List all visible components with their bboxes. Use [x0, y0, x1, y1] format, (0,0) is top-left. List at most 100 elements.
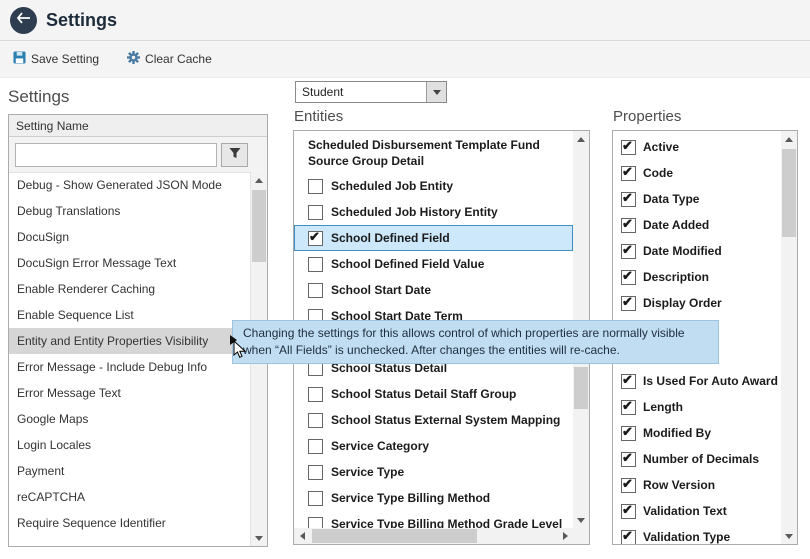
checkbox[interactable] [308, 439, 323, 454]
setting-list-item[interactable]: Payment [9, 458, 251, 484]
entity-list-item[interactable]: School Defined Field Value [294, 251, 573, 277]
checkbox[interactable] [621, 478, 636, 493]
triangle-down-icon [577, 518, 585, 523]
property-list-item[interactable]: Number of Decimals [613, 446, 781, 472]
checkbox[interactable] [621, 270, 636, 285]
setting-list-item[interactable]: Debug - Show Generated JSON Mode [9, 172, 251, 198]
filter-input[interactable] [15, 143, 217, 167]
entity-list-item[interactable]: Scheduled Job Entity [294, 173, 573, 199]
scroll-thumb[interactable] [312, 529, 477, 543]
entity-list-item[interactable]: School Start Date [294, 277, 573, 303]
checkbox[interactable] [621, 192, 636, 207]
checkbox[interactable] [308, 491, 323, 506]
entity-list-item[interactable]: Scheduled Job History Entity [294, 199, 573, 225]
checkbox[interactable] [621, 504, 636, 519]
checkbox[interactable] [308, 465, 323, 480]
setting-list-item[interactable]: Error Message - Include Debug Info [9, 354, 251, 380]
setting-list-item[interactable]: Require Sequence Identifier [9, 510, 251, 536]
checkbox[interactable] [621, 374, 636, 389]
scroll-up-button[interactable] [781, 131, 797, 147]
entity-list-item[interactable]: School Status External System Mapping [294, 407, 573, 433]
scroll-thumb[interactable] [782, 149, 796, 237]
properties-scrollbar[interactable] [781, 131, 797, 544]
entity-list-item[interactable]: Scheduled Disbursement Template Fund Sou… [294, 133, 573, 173]
property-label: Length [643, 400, 683, 414]
checkbox[interactable] [308, 179, 323, 194]
property-label: Modified By [643, 426, 711, 440]
setting-list-item[interactable]: Enable Sequence List [9, 302, 251, 328]
clear-cache-button[interactable]: Clear Cache [127, 51, 212, 67]
checkbox[interactable] [308, 283, 323, 298]
scroll-down-button[interactable] [251, 530, 267, 546]
property-list-item[interactable]: Row Version [613, 472, 781, 498]
scroll-up-button[interactable] [251, 172, 267, 188]
scroll-down-button[interactable] [781, 528, 797, 544]
setting-list-item[interactable]: Enable Renderer Caching [9, 276, 251, 302]
property-list-item[interactable]: Validation Text [613, 498, 781, 524]
property-list-item[interactable]: Description [613, 264, 781, 290]
checkbox[interactable] [621, 426, 636, 441]
setting-list-item[interactable]: Login Locales [9, 432, 251, 458]
property-list-item[interactable]: Display Order [613, 290, 781, 316]
scroll-left-button[interactable] [294, 528, 310, 544]
property-list-item[interactable]: Date Modified [613, 238, 781, 264]
property-list-item[interactable]: Is Used For Auto Award [613, 368, 781, 394]
setting-list-item[interactable]: DocuSign [9, 224, 251, 250]
property-list-item[interactable]: Date Added [613, 212, 781, 238]
property-label: Number of Decimals [643, 452, 759, 466]
entity-label: School Start Date [331, 283, 431, 297]
setting-list-item[interactable]: DocuSign Error Message Text [9, 250, 251, 276]
entity-list-item[interactable]: Service Type Billing Method [294, 485, 573, 511]
save-setting-button[interactable]: Save Setting [13, 51, 99, 67]
checkbox[interactable] [308, 387, 323, 402]
checkbox[interactable] [308, 257, 323, 272]
property-list-item[interactable]: Data Type [613, 186, 781, 212]
checkbox[interactable] [621, 400, 636, 415]
entities-horizontal-scrollbar[interactable] [294, 528, 573, 544]
setting-list-item[interactable]: Error Message Text [9, 380, 251, 406]
triangle-right-icon [563, 532, 568, 540]
checkbox[interactable] [308, 231, 323, 246]
entity-list-item[interactable]: Service Type [294, 459, 573, 485]
property-list-item[interactable]: Length [613, 394, 781, 420]
entity-label: School Defined Field [331, 231, 450, 245]
property-list-item[interactable]: Code [613, 160, 781, 186]
setting-list-item[interactable]: reCAPTCHA [9, 484, 251, 510]
filter-row [9, 137, 267, 173]
property-list-item[interactable]: Modified By [613, 420, 781, 446]
checkbox[interactable] [621, 530, 636, 545]
checkbox[interactable] [621, 218, 636, 233]
property-label: Date Added [643, 218, 709, 232]
gear-icon [127, 51, 140, 67]
entity-list-item-selected[interactable]: School Defined Field [294, 225, 573, 251]
scroll-down-button[interactable] [573, 512, 589, 528]
checkbox[interactable] [621, 140, 636, 155]
filter-button[interactable] [221, 143, 248, 167]
entity-list-item[interactable]: Service Type Billing Method Grade Level [294, 511, 573, 528]
setting-list-item-selected[interactable]: Entity and Entity Properties Visibility [9, 328, 251, 354]
checkbox[interactable] [621, 296, 636, 311]
setting-list-item[interactable]: Debug Translations [9, 198, 251, 224]
entity-list-item[interactable]: School Status Detail Staff Group [294, 381, 573, 407]
scroll-thumb[interactable] [574, 367, 588, 409]
setting-list-item[interactable]: Google Maps [9, 406, 251, 432]
checkbox[interactable] [621, 244, 636, 259]
properties-panel-heading: Properties [613, 108, 681, 125]
scroll-thumb[interactable] [252, 190, 266, 262]
entity-type-dropdown[interactable]: Student [295, 81, 447, 103]
entity-list-item[interactable]: Service Category [294, 433, 573, 459]
back-button[interactable] [10, 7, 37, 34]
checkbox[interactable] [308, 517, 323, 529]
checkbox[interactable] [621, 452, 636, 467]
dropdown-button[interactable] [426, 82, 446, 102]
checkbox[interactable] [621, 166, 636, 181]
checkbox[interactable] [308, 205, 323, 220]
property-list-item[interactable]: Validation Type [613, 524, 781, 544]
settings-list: Setting Name Debug - Show Generated JSON… [8, 114, 268, 547]
scroll-up-button[interactable] [573, 131, 589, 147]
property-label: Display Order [643, 296, 722, 310]
property-list-item[interactable]: Active [613, 134, 781, 160]
triangle-down-icon [255, 536, 263, 541]
checkbox[interactable] [308, 413, 323, 428]
scroll-right-button[interactable] [557, 528, 573, 544]
